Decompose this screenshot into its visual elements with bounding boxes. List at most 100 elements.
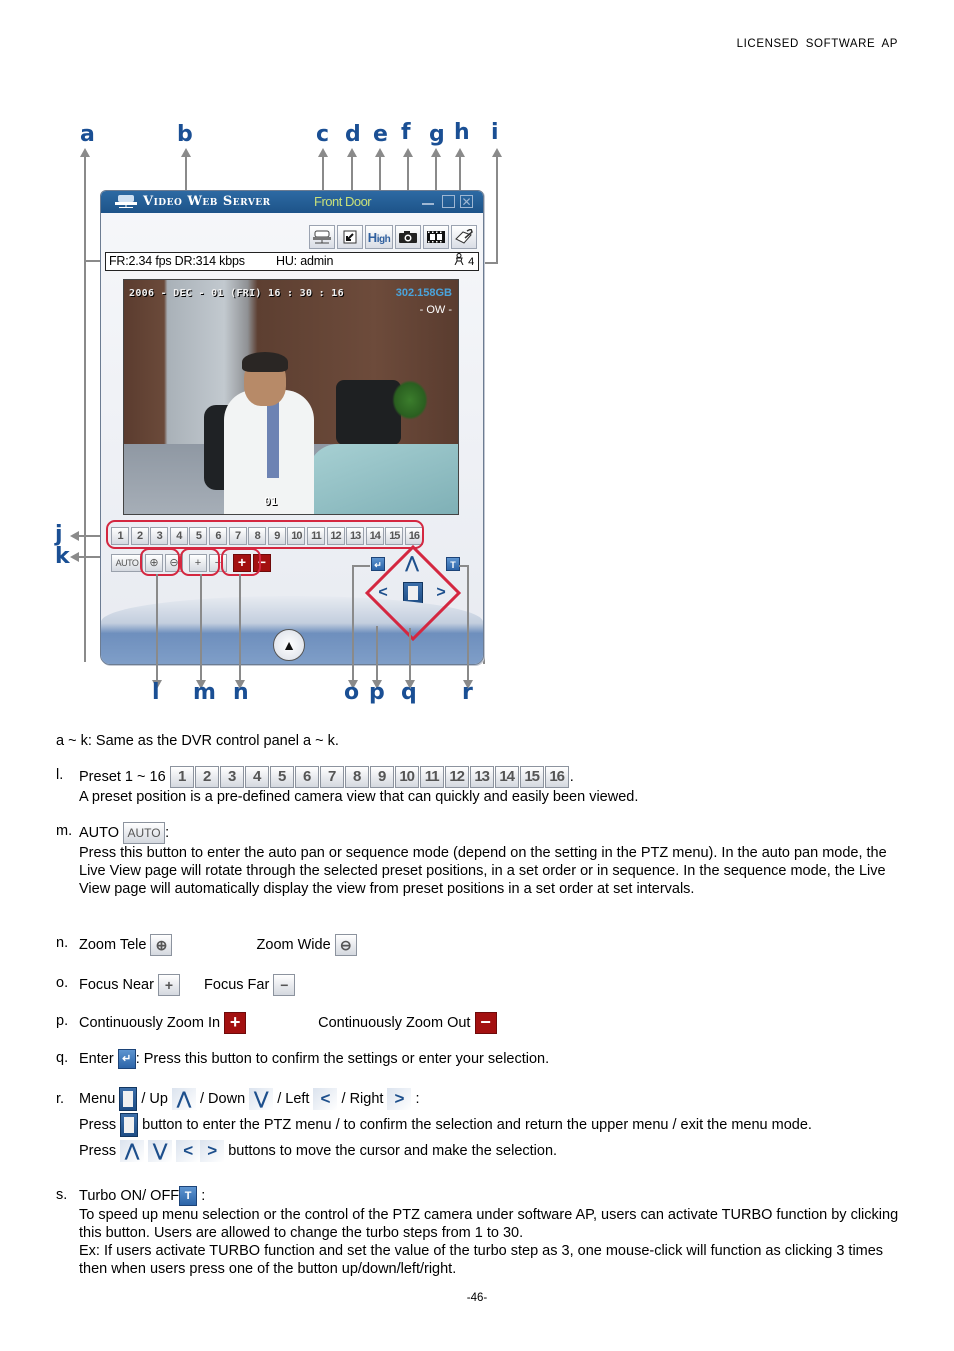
maximize-button[interactable]: [442, 195, 455, 208]
record-film-icon: [427, 231, 445, 243]
enter-icon: ↵: [117, 1049, 136, 1069]
callout-o: o: [344, 680, 360, 705]
item-s-turbo: s. Turbo ON/ OFF T : To speed up menu sel…: [56, 1186, 906, 1278]
enter-description: : Press this button to confirm the setti…: [135, 1050, 550, 1067]
callout-l: l: [152, 680, 160, 705]
quality-high-button[interactable]: High: [365, 225, 393, 249]
right-arrow-icon: >: [387, 1088, 412, 1111]
callout-m: m: [193, 680, 216, 705]
highlight-continuous-zoom: [221, 548, 261, 576]
settings-button[interactable]: [451, 225, 477, 249]
enter-label: Enter: [79, 1050, 114, 1067]
left-label: / Left: [277, 1091, 310, 1107]
preset-sample-8: 8: [344, 766, 369, 788]
callout-d: d: [345, 122, 361, 147]
enter-button[interactable]: ↵: [371, 557, 385, 571]
callout-h: h: [454, 120, 470, 145]
up-arrow-icon: ⋀: [120, 1140, 145, 1163]
live-video-view[interactable]: 2006 - DEC - 01 (FRI) 16 : 30 : 16 302.1…: [123, 279, 459, 515]
network-button[interactable]: [309, 225, 335, 249]
zoom-tele-label: Zoom Tele: [79, 936, 147, 953]
item-r-menu: r. Menu / Up ⋀ / Down ⋁ / Left < / Right…: [56, 1086, 906, 1164]
ptz-control-figure: a b c d e f g h i j k Video Web Server F…: [55, 118, 505, 708]
turbo-label: Turbo ON/ OFF: [79, 1187, 180, 1204]
snapshot-button[interactable]: [395, 225, 421, 249]
window-title: Video Web Server: [143, 194, 271, 209]
status-bar: FR:2.34 fps DR:314 kbps HU: admin 4: [105, 252, 479, 271]
highlight-focus: [180, 548, 220, 576]
section-header: LICENSED SOFTWARE AP: [736, 38, 898, 50]
right-label: / Right: [341, 1091, 384, 1107]
preset-sample-11: 11: [419, 766, 444, 788]
server-logo-icon: [115, 195, 137, 208]
down-arrow-icon: ⋁: [249, 1088, 274, 1111]
minimize-view-button[interactable]: [337, 225, 363, 249]
preset-sample-3: 3: [219, 766, 244, 788]
leader-line-a-frame: [84, 262, 86, 662]
item-marker: q.: [56, 1050, 69, 1066]
up-arrow-icon: ⋀: [171, 1088, 196, 1111]
minimize-button[interactable]: [422, 195, 434, 205]
focus-near-label: Focus Near: [79, 976, 154, 993]
item-l-preset: l. Preset 1 ~ 16 1 2 3 4 5 6 7 8 9 10 11 12 13 14 15 16…: [56, 766, 906, 806]
minus-icon: −: [474, 1012, 497, 1034]
highlight-zoom: [140, 548, 180, 576]
preset-sample-12: 12: [444, 766, 469, 788]
leader-line-p: [376, 626, 378, 682]
leader-line-a: [84, 156, 86, 262]
camera-name: Front Door: [314, 194, 372, 209]
leader-arrow-j: [70, 531, 79, 541]
turbo-icon: T: [450, 560, 456, 570]
eject-icon: ▲: [282, 637, 296, 653]
close-button[interactable]: ✕: [460, 195, 473, 208]
preset-sample-7: 7: [319, 766, 344, 788]
toolbar: High: [307, 225, 477, 249]
item-marker: n.: [56, 935, 69, 951]
item-o-focus: o. Focus Near + Focus Far −: [56, 974, 906, 996]
focus-far-icon: −: [273, 974, 296, 996]
turbo-icon: T: [179, 1186, 198, 1206]
right-arrow-icon: >: [200, 1140, 225, 1163]
press-label: Press: [79, 1143, 117, 1159]
person-icon: [454, 253, 464, 266]
auto-button[interactable]: AUTO: [111, 554, 143, 572]
leader-arrow-k: [70, 552, 79, 562]
highlight-presets: [106, 520, 424, 549]
minimize-window-icon: [343, 230, 357, 244]
item-q-enter: q. Enter ↵: Press this button to confirm…: [56, 1049, 906, 1069]
focus-near-icon: +: [157, 974, 180, 996]
callout-g: g: [429, 122, 445, 147]
item-n-zoom: n. Zoom Tele ⊕ Zoom Wide ⊖: [56, 934, 906, 956]
eject-button[interactable]: ▲: [273, 629, 305, 661]
frame-data-rate: FR:2.34 fps DR:314 kbps: [109, 254, 245, 268]
item-marker: p.: [56, 1013, 69, 1029]
preset-sample-6: 6: [294, 766, 319, 788]
title-bar: Video Web Server Front Door ✕: [101, 191, 483, 213]
preset-label: Preset 1 ~ 16: [79, 768, 166, 785]
callout-i: i: [491, 120, 499, 145]
callout-c: c: [316, 122, 330, 147]
leader-line-q: [409, 628, 411, 682]
video-scene-plant: [392, 380, 428, 420]
down-label: / Down: [200, 1091, 246, 1107]
menu-label: Menu: [79, 1091, 116, 1107]
record-button[interactable]: [423, 225, 449, 249]
intro-text: a ~ k: Same as the DVR control panel a ~…: [56, 733, 339, 749]
callout-j: j: [55, 522, 63, 547]
osd-disk-space: 302.158GB: [395, 287, 452, 299]
callout-n: n: [233, 680, 249, 705]
auto-label: AUTO: [79, 824, 120, 841]
preset-sample-14: 14: [494, 766, 519, 788]
leader-line-n: [239, 574, 241, 682]
auto-button-sample: AUTO: [123, 822, 166, 844]
turbo-button[interactable]: T: [446, 557, 460, 571]
zoom-in-magnifier-icon: ⊕: [150, 934, 173, 956]
leader-line-o-h: [352, 565, 370, 567]
page-number: -46-: [466, 1292, 488, 1304]
plus-icon: +: [224, 1012, 247, 1034]
callout-k: k: [55, 544, 70, 569]
preset-description: A preset position is a pre-defined camer…: [79, 789, 639, 805]
menu-icon: [119, 1087, 138, 1112]
left-arrow-icon: <: [313, 1088, 338, 1111]
zoom-out-magnifier-icon: ⊖: [334, 934, 357, 956]
